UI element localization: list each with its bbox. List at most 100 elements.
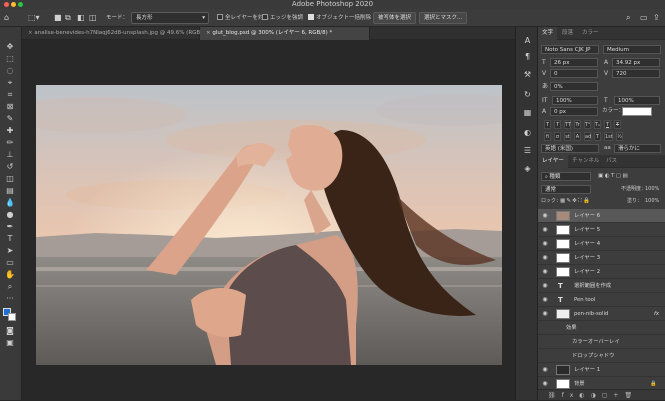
subscript-button[interactable]: T₁	[594, 120, 601, 129]
layer-row[interactable]: ◉ レイヤー 6	[538, 209, 665, 223]
pen-tool-icon[interactable]: ✒	[3, 221, 17, 232]
opacity-value[interactable]: 100%	[645, 185, 659, 194]
swatches-panel-icon[interactable]: ▦	[521, 107, 534, 119]
history-brush-tool-icon[interactable]: ↺	[3, 161, 17, 172]
select-and-mask-button[interactable]: 選択とマスク...	[419, 12, 468, 24]
quick-mask-icon[interactable]: ◙	[3, 325, 17, 336]
text-color-swatch[interactable]	[622, 107, 652, 116]
leading-field[interactable]: 34.92 px	[612, 58, 660, 67]
type-tool-icon[interactable]: T	[3, 233, 17, 244]
layer-effects-icon[interactable]: fx	[654, 307, 659, 321]
layer-row[interactable]: ◉ pen-nib-solid fx	[538, 307, 665, 321]
tsume-field[interactable]: 0%	[550, 82, 598, 91]
move-tool-icon[interactable]: ✥	[3, 41, 17, 52]
contextual-alt-button[interactable]: σ	[554, 132, 561, 141]
visibility-eye-icon[interactable]: ◉	[541, 363, 549, 377]
lock-icons[interactable]: ▦✎✥⛶🔒	[560, 197, 591, 206]
tab-channels[interactable]: チャンネル	[568, 155, 603, 168]
gradient-tool-icon[interactable]: ▤	[3, 185, 17, 196]
canvas-photo[interactable]	[36, 85, 502, 365]
marquee-tool-preset-icon[interactable]: ⬚▾	[28, 12, 40, 24]
document-tab-active[interactable]: × glut_blog.psd @ 300% (レイヤー 6, RGB/8) *	[200, 27, 370, 40]
layer-row[interactable]: ◉ レイヤー 5	[538, 223, 665, 237]
tab-character[interactable]: 文字	[538, 27, 558, 40]
fill-value[interactable]: 100%	[645, 197, 659, 206]
language-select[interactable]: 英語 (米国)	[541, 144, 599, 153]
screen-mode-icon[interactable]: ▣	[3, 337, 17, 348]
all-caps-button[interactable]: TT	[564, 120, 571, 129]
visibility-eye-icon[interactable]: ◉	[541, 293, 549, 307]
faux-bold-button[interactable]: T	[544, 120, 551, 129]
discretionary-ligature-button[interactable]: st	[564, 132, 571, 141]
layer-row[interactable]: ◉ レイヤー 2	[538, 265, 665, 279]
layers-panel-icon[interactable]: ◈	[521, 163, 534, 175]
character-panel-icon[interactable]: A	[521, 35, 534, 47]
libraries-panel-icon[interactable]: ☰	[521, 145, 534, 157]
frame-tool-icon[interactable]: ⊠	[3, 101, 17, 112]
clone-stamp-tool-icon[interactable]: ⊥	[3, 149, 17, 160]
paragraph-panel-icon[interactable]: ¶	[521, 51, 534, 63]
more-tools-icon[interactable]: ···	[3, 293, 17, 304]
visibility-eye-icon[interactable]: ◉	[541, 251, 549, 265]
eraser-tool-icon[interactable]: ◫	[3, 173, 17, 184]
brush-tool-icon[interactable]: ✏	[3, 137, 17, 148]
share-icon[interactable]: ⇪	[653, 12, 660, 24]
stylistic-alt-button[interactable]: ad	[584, 132, 591, 141]
select-subject-button[interactable]: 被写体を選択	[373, 12, 417, 24]
titling-alt-button[interactable]: T	[594, 132, 601, 141]
antialias-select[interactable]: 滑らかに	[614, 144, 661, 153]
enhance-edge-checkbox[interactable]: エッジを強調	[262, 12, 303, 24]
tab-layers[interactable]: レイヤー	[538, 155, 568, 168]
background-color-swatch[interactable]	[8, 313, 16, 321]
tab-color[interactable]: カラー	[578, 27, 603, 40]
lasso-tool-icon[interactable]: ◌	[3, 65, 17, 76]
layer-row[interactable]: 効果	[538, 321, 665, 335]
underline-button[interactable]: T	[604, 120, 611, 129]
kerning-field[interactable]: 0	[550, 69, 598, 78]
horizontal-scale-field[interactable]: 100%	[614, 96, 660, 105]
layer-row[interactable]: カラーオーバーレイ	[538, 335, 665, 349]
layer-row[interactable]: ◉ レイヤー 1	[538, 363, 665, 377]
superscript-button[interactable]: T¹	[584, 120, 591, 129]
font-size-field[interactable]: 26 px	[550, 58, 598, 67]
baseline-shift-field[interactable]: 0 px	[550, 107, 598, 116]
add-selection-icon[interactable]: ⧉	[65, 12, 71, 24]
marquee-tool-icon[interactable]: ⬚	[3, 53, 17, 64]
dodge-tool-icon[interactable]: ●	[3, 209, 17, 220]
object-select-tool-icon[interactable]: ⌖	[3, 77, 17, 88]
home-icon[interactable]: ⌂	[4, 12, 9, 24]
ordinals-button[interactable]: 1st	[604, 132, 613, 141]
tab-paths[interactable]: パス	[602, 155, 621, 168]
vertical-scale-field[interactable]: 100%	[552, 96, 598, 105]
rectangle-tool-icon[interactable]: ▭	[3, 257, 17, 268]
layer-row[interactable]: ◉ T Pen tool	[538, 293, 665, 307]
layer-filter-select[interactable]: ⌕ 種類	[541, 172, 591, 181]
ligature-button[interactable]: fi	[544, 132, 551, 141]
adjustments-panel-icon[interactable]: ◐	[521, 127, 534, 139]
small-caps-button[interactable]: Tr	[574, 120, 581, 129]
workspace-icon[interactable]: ▭	[640, 12, 648, 24]
strikethrough-button[interactable]: T	[614, 120, 621, 129]
blur-tool-icon[interactable]: 💧	[3, 197, 17, 208]
healing-brush-tool-icon[interactable]: ✚	[3, 125, 17, 136]
layer-row[interactable]: ドロップシャドウ	[538, 349, 665, 363]
tracking-field[interactable]: 720	[612, 69, 660, 78]
new-selection-icon[interactable]: ■	[54, 12, 62, 24]
zoom-tool-icon[interactable]: ⌕	[3, 281, 17, 292]
visibility-eye-icon[interactable]: ◉	[541, 265, 549, 279]
eyedropper-tool-icon[interactable]: ✎	[3, 113, 17, 124]
path-select-tool-icon[interactable]: ➤	[3, 245, 17, 256]
layer-row[interactable]: ◉ T 選択範囲を作成	[538, 279, 665, 293]
layer-row[interactable]: ◉ レイヤー 3	[538, 251, 665, 265]
tab-paragraph[interactable]: 段落	[558, 27, 577, 40]
visibility-eye-icon[interactable]: ◉	[541, 279, 549, 293]
crop-tool-icon[interactable]: ⌗	[3, 89, 17, 100]
swash-button[interactable]: A	[574, 132, 581, 141]
layer-row[interactable]: ◉ レイヤー 4	[538, 237, 665, 251]
font-style-select[interactable]: Medium	[603, 45, 661, 54]
properties-panel-icon[interactable]: ⚒	[521, 69, 534, 81]
layer-filter-icons[interactable]: ▣◐T▢▤	[598, 172, 629, 181]
object-subtract-checkbox[interactable]: オブジェクト一括削除	[308, 12, 371, 24]
blend-mode-select[interactable]: 通常	[541, 185, 591, 194]
mode-select[interactable]: 長方形 ▾	[131, 12, 209, 24]
